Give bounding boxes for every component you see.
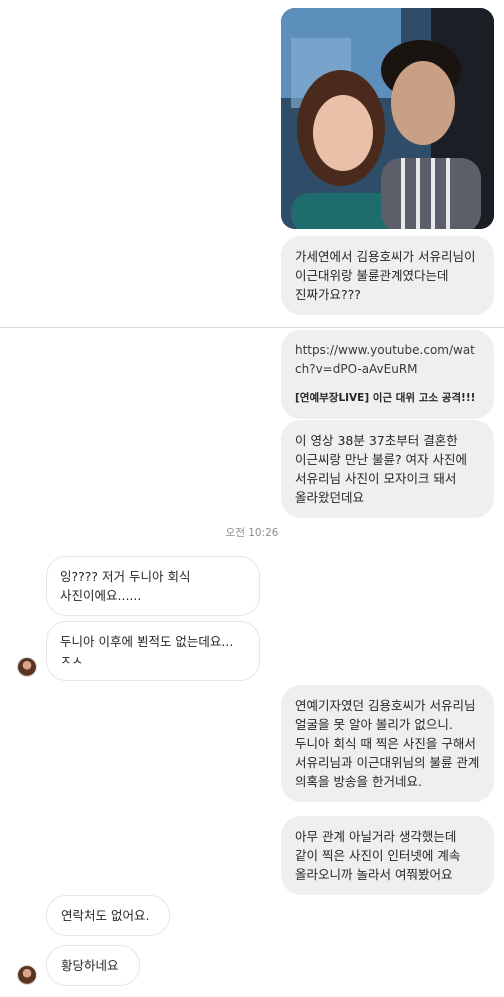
outgoing-message: 이 영상 38분 37초부터 결혼한 이근씨랑 만난 불륜? 여자 사진에 서유… (281, 420, 494, 518)
outgoing-message: 가세연에서 김용호씨가 서유리님이 이근대위랑 불륜관계였다는데 진짜가요??? (281, 236, 494, 315)
link-message[interactable]: https://www.youtube.com/watch?v=dPO-aAvE… (281, 330, 494, 419)
link-title: [연예부장LIVE] 이근 대위 고소 공격!!! (295, 392, 476, 404)
incoming-message: 황당하네요 (46, 945, 140, 986)
avatar[interactable] (17, 657, 37, 677)
photo-message[interactable] (281, 8, 494, 229)
photo-illustration (281, 8, 494, 229)
incoming-message: 연락처도 없어요. (46, 895, 170, 936)
outgoing-message: 아무 관계 아닐거라 생각했는데 같이 찍은 사진이 인터넷에 계속 올라오니까… (281, 816, 494, 895)
divider (0, 327, 504, 328)
outgoing-message: 연예기자였던 김용호씨가 서유리님 얼굴을 못 알아 볼리가 없으니. 두니아 … (281, 685, 494, 802)
incoming-message: 잉???? 저거 두니아 회식 사진이에요...... (46, 556, 260, 616)
link-url[interactable]: https://www.youtube.com/watch?v=dPO-aAvE… (295, 341, 480, 379)
avatar[interactable] (17, 965, 37, 985)
timestamp: 오전 10:26 (225, 527, 279, 539)
incoming-message: 두니아 이후에 뵌적도 없는데요...ㅈㅅ (46, 621, 260, 681)
